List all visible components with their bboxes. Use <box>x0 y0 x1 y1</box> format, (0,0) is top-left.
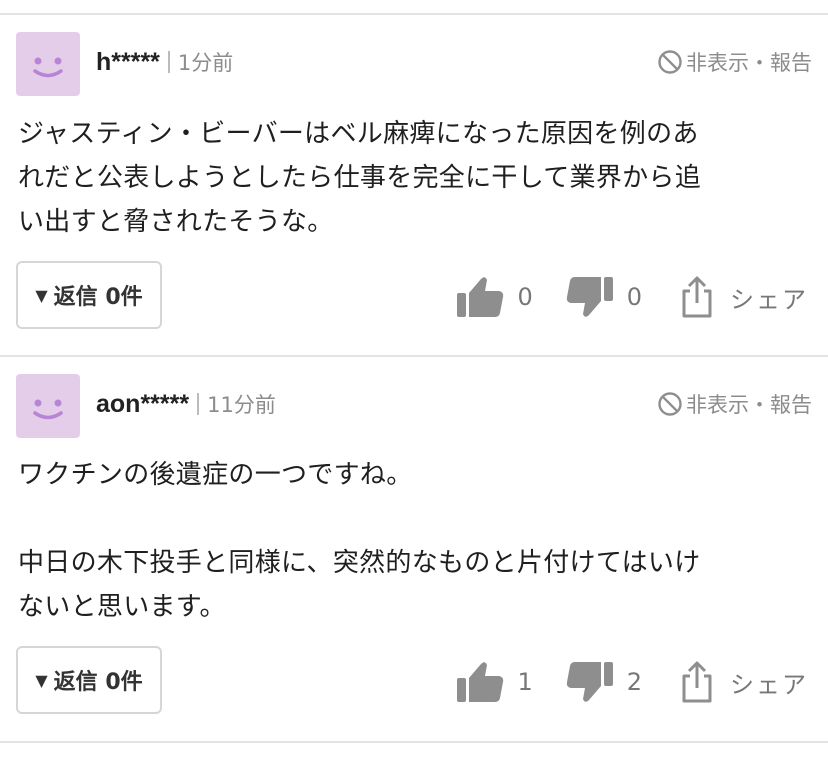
share-button[interactable]: シェア <box>680 660 808 704</box>
like-button[interactable]: 1 <box>455 660 533 704</box>
comment-line: れだと公表しようとしたら仕事を完全に干して業界から追 <box>18 163 702 193</box>
comment-meta: aon***** 11分前 <box>96 384 276 424</box>
reply-toggle-button[interactable]: ▼ 返信 0件 <box>16 261 162 329</box>
thumbs-down-icon <box>566 662 613 702</box>
no-entry-icon <box>658 50 682 74</box>
dislike-count: 2 <box>626 668 642 696</box>
comment-item: aon***** 11分前 非表示・報告 ワクチンの後遺症の一つですね。 中日の… <box>0 374 828 734</box>
reply-label: 返信 0件 <box>53 285 143 310</box>
username[interactable]: h***** <box>96 48 160 77</box>
triangle-down-icon: ▼ <box>35 285 48 305</box>
like-count: 0 <box>517 283 533 311</box>
avatar[interactable] <box>16 374 80 438</box>
comment-divider <box>0 355 828 357</box>
comment-actions: 0 0 シェア <box>455 269 808 325</box>
thumbs-down-icon <box>566 277 613 317</box>
share-label: シェア <box>730 285 808 314</box>
smiley-avatar-icon <box>33 57 63 78</box>
thumbs-up-icon <box>457 662 504 702</box>
no-entry-icon <box>658 392 682 416</box>
comment-line: い出すと脅されたそうな。 <box>18 207 334 237</box>
hide-report-label: 非表示・報告 <box>686 51 812 75</box>
triangle-down-icon: ▼ <box>35 670 48 690</box>
share-icon <box>682 661 712 703</box>
bottom-divider <box>0 741 828 743</box>
dislike-count: 0 <box>626 283 642 311</box>
share-button[interactable]: シェア <box>680 275 808 319</box>
hide-report-link[interactable]: 非表示・報告 <box>657 42 812 82</box>
share-label: シェア <box>730 670 808 699</box>
thumbs-up-icon <box>457 277 504 317</box>
dislike-button[interactable]: 2 <box>565 660 642 704</box>
like-count: 1 <box>517 668 533 696</box>
comment-item: h***** 1分前 非表示・報告 ジャスティン・ビーバーはベル麻痺になった原因… <box>0 32 828 342</box>
comment-line: ジャスティン・ビーバーはベル麻痺になった原因を例のあ <box>18 119 699 149</box>
meta-separator <box>197 393 200 415</box>
smiley-avatar-icon <box>33 399 63 420</box>
comment-body: ワクチンの後遺症の一つですね。 中日の木下投手と同様に、突然的なものと片付けては… <box>18 453 810 629</box>
timestamp: 1分前 <box>177 51 234 75</box>
dislike-button[interactable]: 0 <box>565 275 642 319</box>
reply-toggle-button[interactable]: ▼ 返信 0件 <box>16 646 162 714</box>
comment-line: 中日の木下投手と同様に、突然的なものと片付けてはいけ <box>18 548 701 578</box>
reply-label: 返信 0件 <box>53 670 143 695</box>
comment-line: ワクチンの後遺症の一つですね。 <box>18 460 413 490</box>
comment-line: ないと思います。 <box>18 592 226 622</box>
avatar[interactable] <box>16 32 80 96</box>
timestamp: 11分前 <box>207 393 276 417</box>
comment-actions: 1 2 シェア <box>455 654 808 710</box>
hide-report-link[interactable]: 非表示・報告 <box>657 384 812 424</box>
top-divider <box>0 13 828 15</box>
comment-meta: h***** 1分前 <box>96 42 233 82</box>
hide-report-label: 非表示・報告 <box>686 393 812 417</box>
like-button[interactable]: 0 <box>455 275 533 319</box>
comment-body: ジャスティン・ビーバーはベル麻痺になった原因を例のあ れだと公表しようとしたら仕… <box>18 112 810 244</box>
share-icon <box>682 276 712 318</box>
username[interactable]: aon***** <box>96 390 189 419</box>
meta-separator <box>167 51 170 73</box>
